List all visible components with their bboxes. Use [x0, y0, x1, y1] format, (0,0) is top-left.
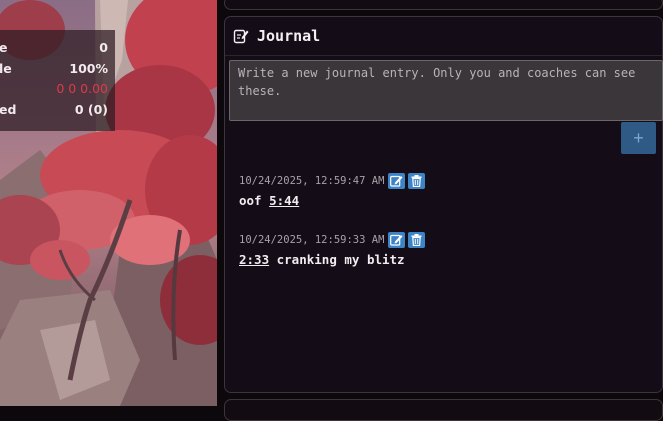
stat-value: 0 (0) — [74, 102, 108, 117]
trash-icon — [411, 234, 422, 246]
journal-panel: Journal + 10/24/2025, 12:59:47 AM oof 5:… — [224, 16, 663, 393]
edit-entry-button[interactable] — [388, 173, 405, 189]
next-panel-edge — [224, 399, 663, 421]
edit-icon — [390, 234, 403, 246]
timestamp-link[interactable]: 2:33 — [239, 252, 269, 267]
entry-text: oof 5:44 — [239, 193, 299, 208]
entry-text: 2:33 cranking my blitz — [239, 252, 405, 267]
background-artwork: e 0 le 100% 0 0 0.00 ed 0 (0) — [0, 0, 217, 406]
delete-entry-button[interactable] — [408, 173, 425, 189]
previous-panel-edge — [224, 0, 663, 10]
stats-overlay: e 0 le 100% 0 0 0.00 ed 0 (0) — [0, 30, 115, 131]
stat-row: le 100% — [0, 61, 108, 79]
entry-text-segment: oof — [239, 193, 270, 208]
journal-entry-input[interactable] — [229, 60, 663, 121]
edit-entry-button[interactable] — [388, 232, 405, 248]
stat-value: 0 — [99, 40, 108, 55]
edit-icon — [390, 175, 403, 187]
entry-text-segment: cranking my blitz — [269, 252, 405, 267]
journal-title: Journal — [257, 27, 321, 45]
trash-icon — [411, 175, 422, 187]
entry-timestamp: 10/24/2025, 12:59:33 AM — [239, 234, 385, 246]
delete-entry-button[interactable] — [408, 232, 425, 248]
stat-row: 0 0 0.00 — [0, 81, 108, 99]
stat-label: e — [0, 40, 8, 55]
journal-header: Journal — [225, 17, 662, 56]
edit-note-icon — [233, 28, 249, 44]
stat-label: le — [0, 61, 12, 76]
stat-row: e 0 — [0, 40, 108, 58]
timestamp-link[interactable]: 5:44 — [269, 193, 299, 208]
entry-timestamp: 10/24/2025, 12:59:47 AM — [239, 175, 385, 187]
stat-value: 100% — [69, 61, 108, 76]
stat-row: ed 0 (0) — [0, 102, 108, 120]
stat-label: ed — [0, 102, 17, 117]
stat-value: 0 0 0.00 — [56, 81, 108, 96]
add-entry-button[interactable]: + — [621, 122, 656, 154]
